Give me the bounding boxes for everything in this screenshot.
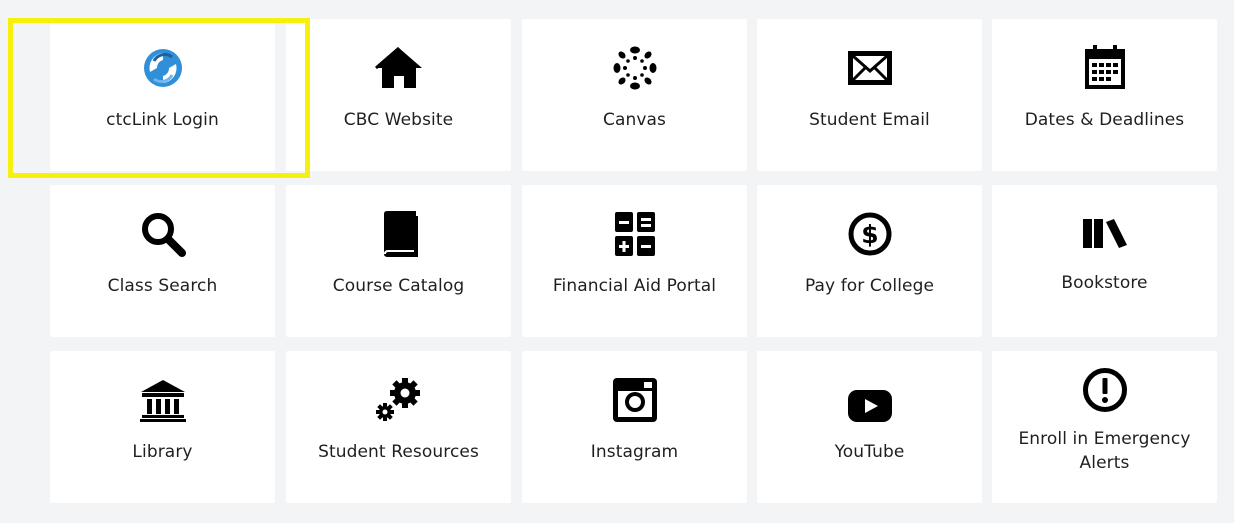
exclamation-circle-icon: [992, 367, 1217, 413]
tile-label: Dates & Deadlines: [1024, 110, 1185, 130]
tile-label: Canvas: [603, 110, 666, 130]
tile-student-email[interactable]: Student Email: [757, 19, 982, 171]
tile-instagram[interactable]: Instagram: [522, 351, 747, 503]
tile-label: Class Search: [107, 276, 218, 296]
tile-emergency-alerts[interactable]: Enroll in Emergency Alerts: [992, 351, 1217, 503]
dollar-circle-icon: $: [757, 211, 982, 257]
svg-text:$: $: [861, 220, 878, 249]
tile-pay-for-college[interactable]: $ Pay for College: [757, 185, 982, 337]
books-icon: [992, 215, 1217, 251]
tile-label: Bookstore: [1061, 273, 1148, 293]
instagram-icon: [522, 377, 747, 423]
library-building-icon: [50, 377, 275, 423]
book-icon: [286, 211, 511, 257]
home-icon: [286, 45, 511, 91]
tile-student-resources[interactable]: Student Resources: [286, 351, 511, 503]
tile-label: Financial Aid Portal: [552, 276, 717, 296]
tile-youtube[interactable]: YouTube: [757, 351, 982, 503]
tile-ctclink-login[interactable]: ctcLink Login: [50, 19, 275, 171]
tile-label: Pay for College: [804, 276, 935, 296]
gears-icon: [286, 377, 511, 423]
calculator-icon: [522, 211, 747, 257]
tile-library[interactable]: Library: [50, 351, 275, 503]
quick-links-grid: ctcLink Login CBC Website Canvas Student…: [0, 0, 1234, 523]
tile-label: Student Resources: [318, 442, 479, 462]
search-icon: [50, 211, 275, 257]
calendar-icon: [992, 45, 1217, 91]
tile-cbc-website[interactable]: CBC Website: [286, 19, 511, 171]
tile-canvas[interactable]: Canvas: [522, 19, 747, 171]
tile-course-catalog[interactable]: Course Catalog: [286, 185, 511, 337]
ctclink-logo-icon: [50, 45, 275, 91]
tile-label: Library: [132, 442, 193, 462]
tile-financial-aid[interactable]: Financial Aid Portal: [522, 185, 747, 337]
tile-label: YouTube: [834, 442, 905, 462]
envelope-icon: [757, 45, 982, 91]
canvas-logo-icon: [522, 45, 747, 91]
tile-label: Instagram: [590, 442, 679, 462]
tile-label: Enroll in Emergency Alerts: [1018, 429, 1191, 473]
tile-label: ctcLink Login: [106, 110, 219, 130]
tile-label: Student Email: [809, 110, 930, 130]
tile-dates-deadlines[interactable]: Dates & Deadlines: [992, 19, 1217, 171]
tile-bookstore[interactable]: Bookstore: [992, 185, 1217, 337]
youtube-icon: [757, 383, 982, 429]
tile-label: Course Catalog: [332, 276, 465, 296]
tile-class-search[interactable]: Class Search: [50, 185, 275, 337]
tile-label: CBC Website: [343, 110, 454, 130]
